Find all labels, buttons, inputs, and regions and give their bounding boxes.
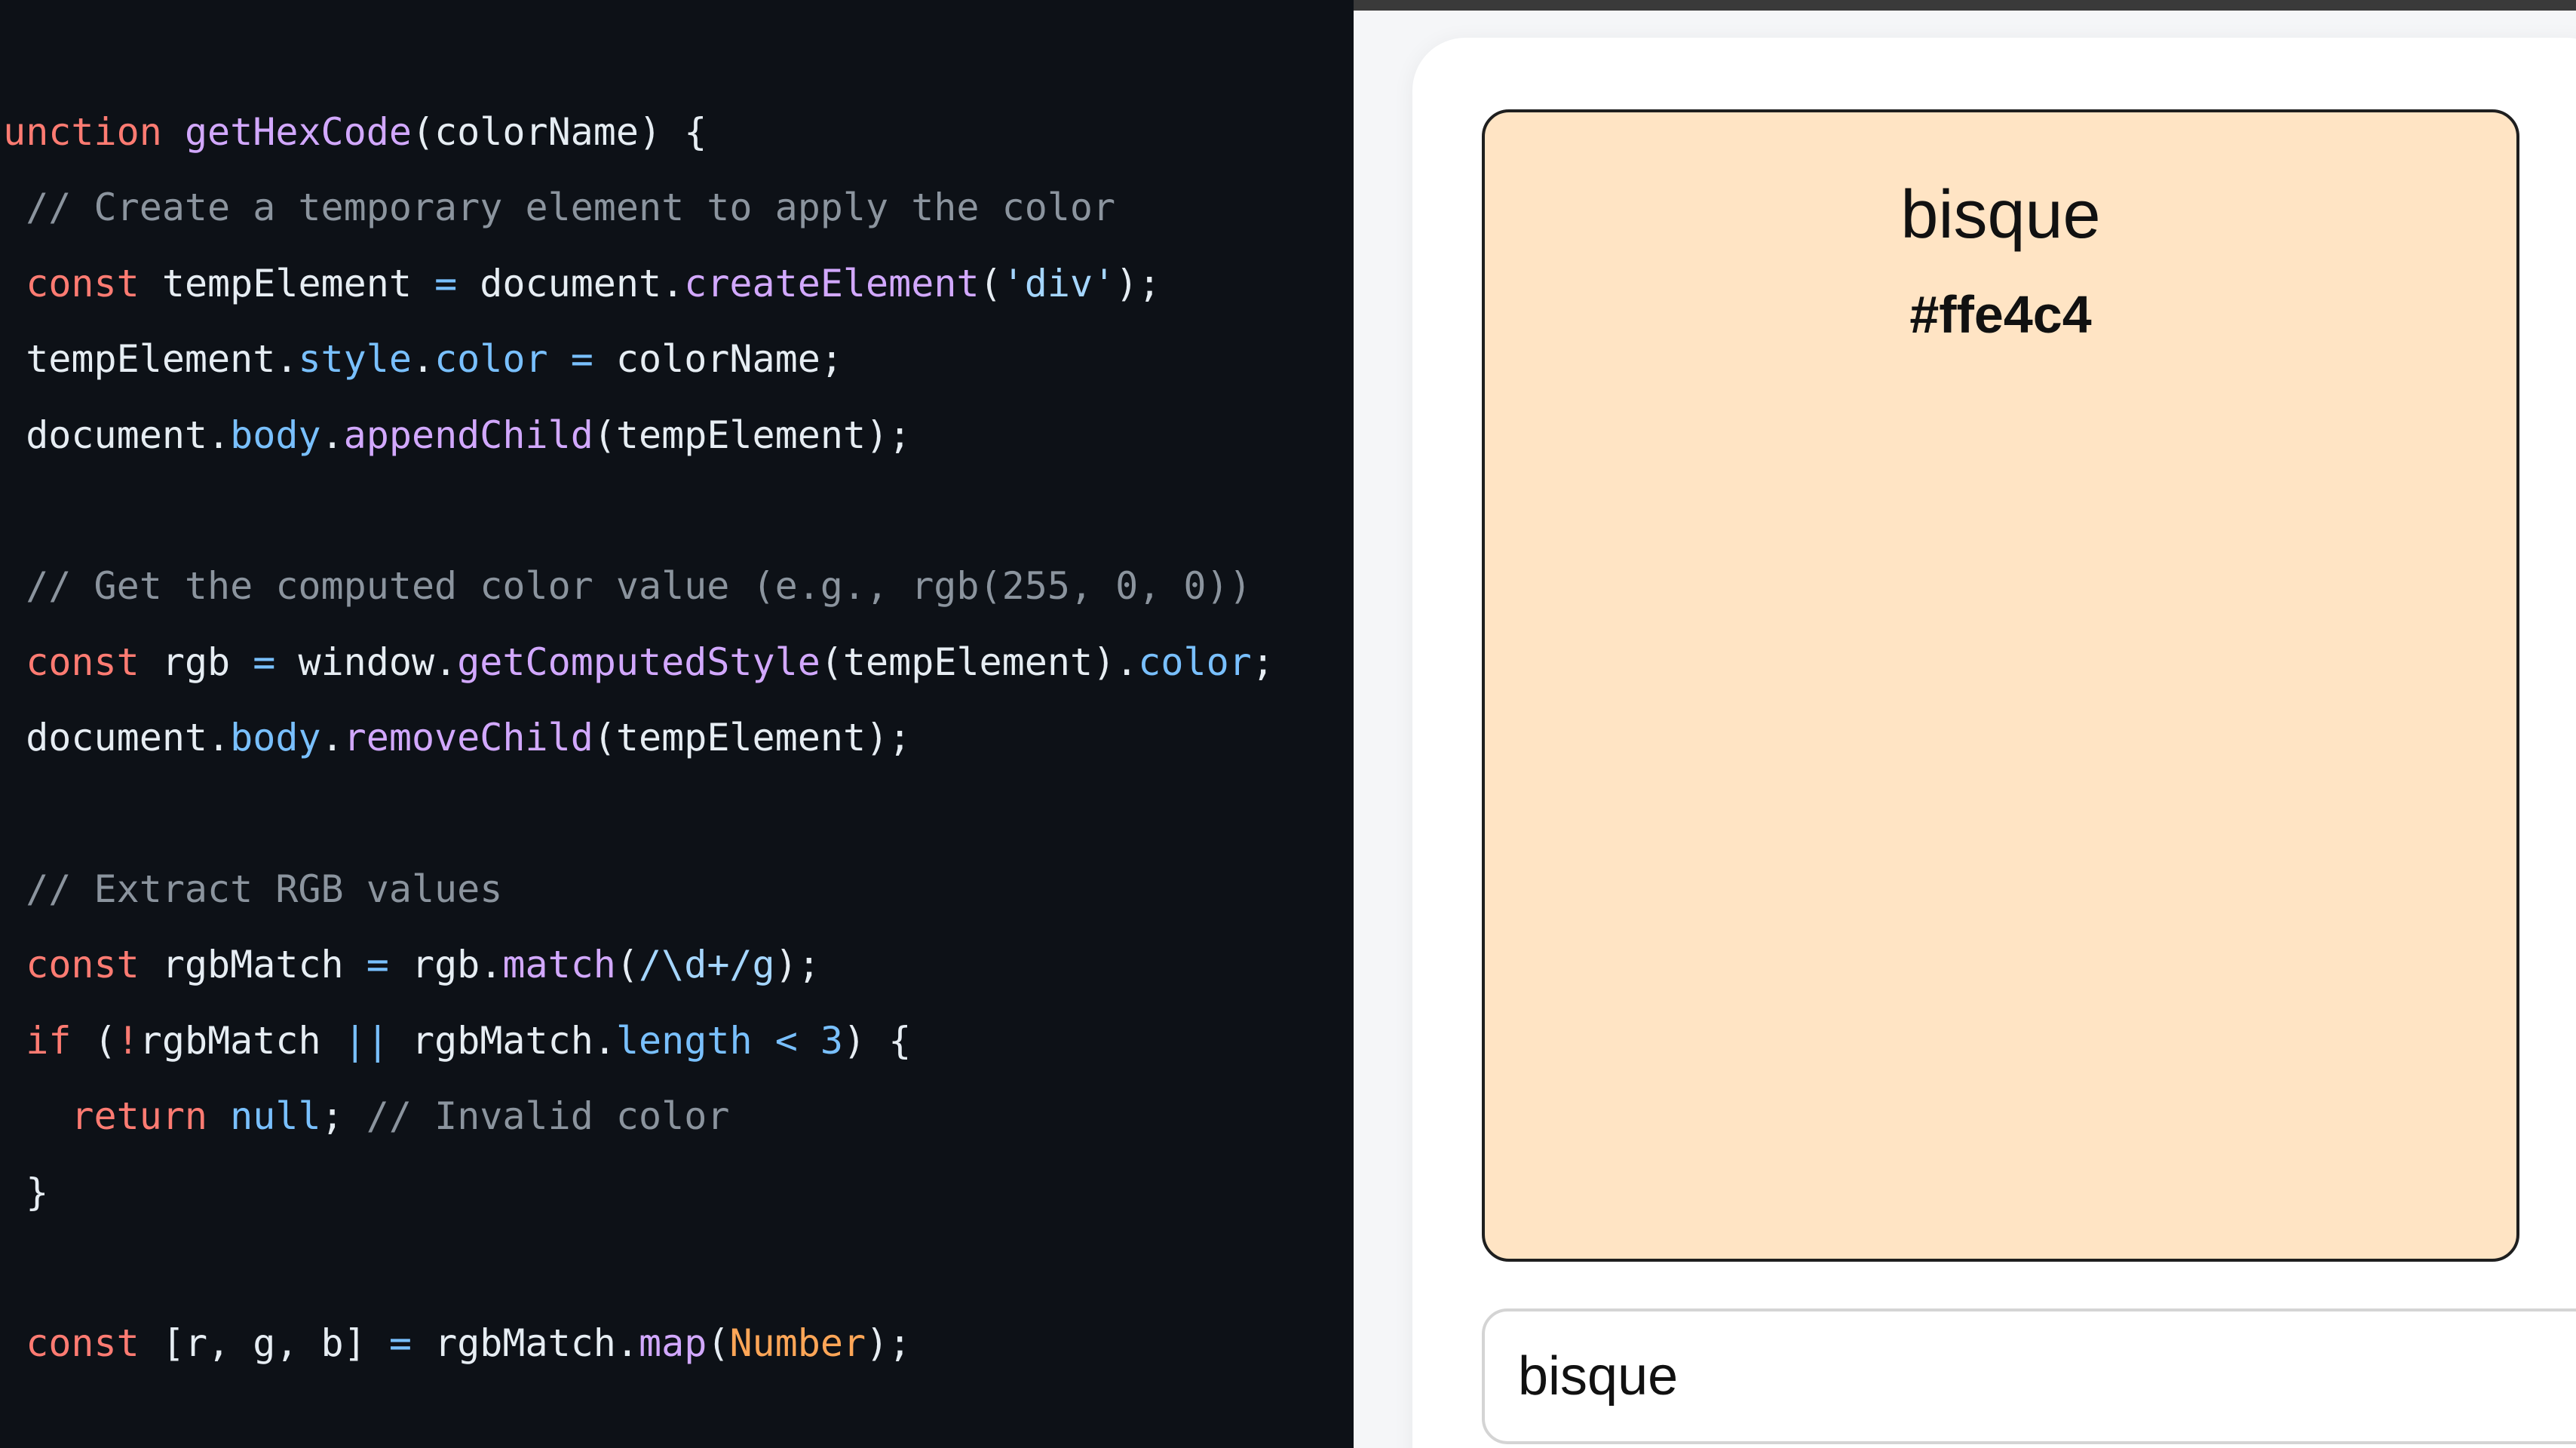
code-token: removeChild (343, 716, 593, 760)
code-token: (tempElement); (593, 413, 912, 457)
code-token: body (230, 716, 321, 760)
code-token: = (388, 1321, 412, 1366)
code-token: 'div' (1001, 261, 1116, 305)
code-token: colorName; (593, 337, 843, 382)
code-token: const (26, 943, 140, 987)
code-token: const (26, 261, 140, 305)
code-token: function (0, 110, 185, 154)
code-token: const (26, 640, 140, 684)
code-token: = (570, 337, 593, 382)
code-token: null (230, 1094, 321, 1139)
code-line: } (0, 1168, 48, 1216)
code-token: // Get the computed color value (e.g., r… (0, 564, 1252, 609)
code-token: color (434, 337, 548, 382)
code-token: appendChild (343, 413, 593, 457)
code-token: style (298, 337, 412, 382)
code-token: window. (275, 640, 458, 684)
code-token: (tempElement); (593, 716, 912, 760)
code-token: . (320, 716, 344, 760)
code-token: ( (979, 261, 1002, 305)
code-token: 3 (820, 1018, 844, 1063)
code-token: // Create a temporary element to apply t… (0, 186, 1116, 230)
code-line: document.body.appendChild(tempElement); (0, 411, 911, 459)
code-editor-panel: function getHexCode(colorName) { // Crea… (0, 0, 1354, 1448)
code-token: tempElement (139, 261, 435, 305)
code-token: ( (615, 943, 639, 987)
code-token: rgbMatch. (388, 1018, 616, 1063)
code-token: ; (1251, 640, 1274, 684)
code-line: if (!rgbMatch || rgbMatch.length < 3) { (0, 1017, 911, 1065)
code-token: const (26, 1321, 140, 1366)
color-name-input[interactable] (1482, 1308, 2576, 1444)
code-token: [r, g, b] (139, 1321, 389, 1366)
code-token: createElement (684, 261, 980, 305)
code-token: } (26, 1170, 49, 1214)
code-token: (colorName) { (411, 110, 707, 154)
code-token: return (71, 1094, 208, 1139)
code-token: // Extract RGB values (0, 867, 503, 911)
code-token: || (343, 1018, 389, 1063)
code-token: Number (729, 1321, 866, 1366)
code-token: rgbMatch (139, 1018, 344, 1063)
code-token: . (411, 337, 435, 382)
code-token: = (366, 943, 389, 987)
code-line: return null; // Invalid color (0, 1092, 729, 1140)
code-token: if (26, 1018, 72, 1063)
code-token: document. (457, 261, 685, 305)
code-token: // Invalid color (366, 1094, 730, 1139)
code-line: // Create a temporary element to apply t… (0, 183, 1115, 232)
code-token: = (434, 261, 458, 305)
code-line: document.body.removeChild(tempElement); (0, 713, 911, 762)
code-token: ) { (843, 1018, 912, 1063)
code-token: getHexCode (184, 110, 412, 154)
code-token: = (253, 640, 276, 684)
code-token: color (1138, 640, 1252, 684)
code-token: . (320, 413, 344, 457)
code-token: body (230, 413, 321, 457)
code-line: function getHexCode(colorName) { (0, 108, 707, 156)
top-divider (1354, 0, 2576, 11)
code-line: const rgbMatch = rgb.match(/\d+/g); (0, 940, 820, 989)
code-token: rgbMatch (139, 943, 366, 987)
code-token: ; (320, 1094, 366, 1139)
code-line: tempElement.style.color = colorName; (0, 335, 843, 383)
code-line: const rgb = window.getComputedStyle(temp… (0, 638, 1274, 686)
code-token: length (615, 1018, 753, 1063)
code-token: rgb. (388, 943, 503, 987)
code-token: match (502, 943, 616, 987)
code-line: const tempElement = document.createEleme… (0, 259, 1161, 308)
code-token: ); (866, 1321, 912, 1366)
color-name-label: bisque (1900, 177, 2101, 253)
code-token: /\d+/g (639, 943, 775, 987)
code-token: document. (0, 716, 231, 760)
code-token: rgb (139, 640, 253, 684)
code-token: ( (71, 1018, 117, 1063)
code-line: const [r, g, b] = rgbMatch.map(Number); (0, 1319, 911, 1367)
code-token: rgbMatch. (411, 1321, 639, 1366)
code-token: ( (707, 1321, 730, 1366)
code-line: // Extract RGB values (0, 865, 502, 913)
code-token: ! (116, 1018, 140, 1063)
code-token: (tempElement). (820, 640, 1139, 684)
code-token: tempElement. (0, 337, 299, 382)
code-line: // Get the computed color value (e.g., r… (0, 562, 1252, 610)
code-token: getComputedStyle (457, 640, 820, 684)
code-token: ); (1115, 261, 1161, 305)
color-hex-label: #ffe4c4 (1909, 285, 2092, 344)
code-token: < (774, 1018, 798, 1063)
code-token: ); (774, 943, 820, 987)
code-token: map (639, 1321, 707, 1366)
code-token: document. (0, 413, 231, 457)
color-swatch: bisque #ffe4c4 (1482, 109, 2519, 1262)
